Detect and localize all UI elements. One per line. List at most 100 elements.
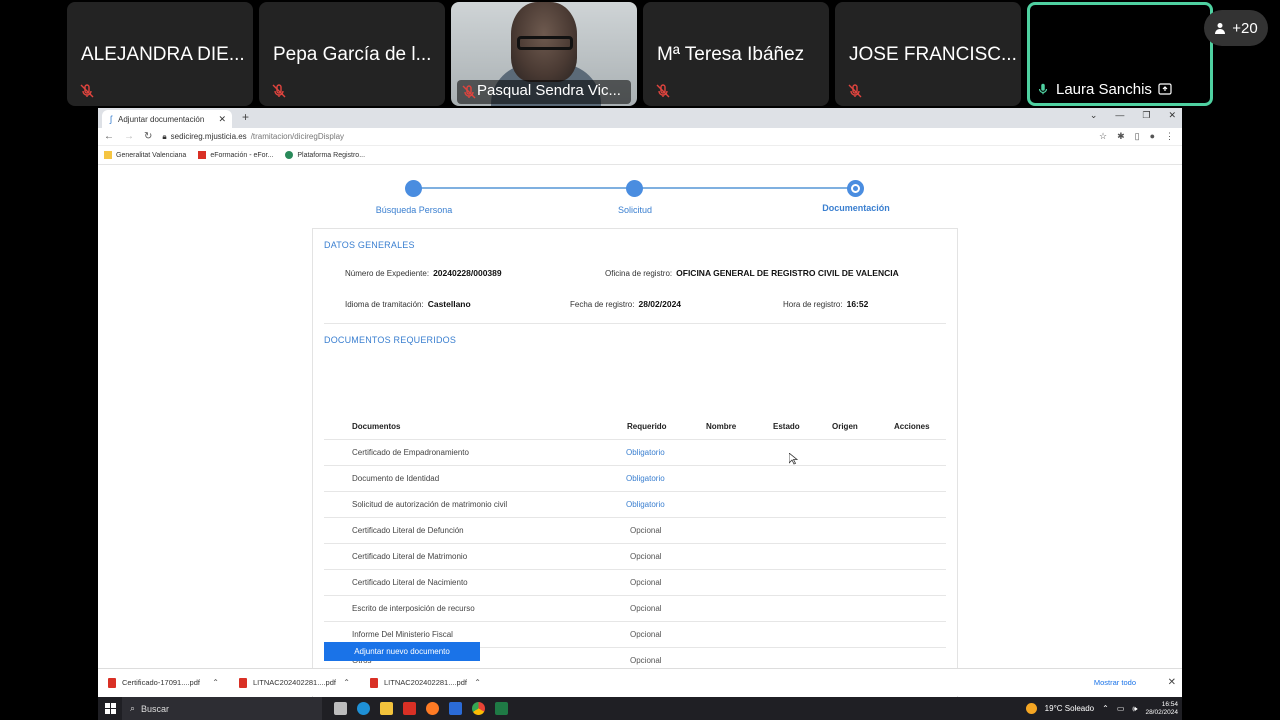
edge-icon[interactable] [357, 702, 370, 715]
minimize-icon[interactable]: — [1115, 110, 1124, 121]
tab-close-icon[interactable]: ✕ [218, 114, 226, 125]
participant-tile[interactable]: JOSE FRANCISC... [835, 2, 1021, 106]
url-host: sedicireg.mjusticia.es [170, 132, 247, 141]
screen-share-icon [1158, 83, 1172, 95]
oficina-field: Oficina de registro: OFICINA GENERAL DE R… [605, 268, 899, 278]
taskbar-search[interactable]: ⌕ Buscar [122, 697, 322, 720]
section-title-documents: DOCUMENTOS REQUERIDOS [324, 335, 457, 345]
document-name: Certificado Literal de Matrimonio [352, 552, 468, 561]
reload-icon[interactable]: ↻ [144, 131, 152, 142]
screen: ALEJANDRA DIE... Pepa García de l... Pas… [0, 0, 1280, 720]
field-label: Idioma de tramitación: [345, 300, 424, 309]
mic-muted-icon [848, 84, 862, 98]
participant-tile[interactable]: ALEJANDRA DIE... [67, 2, 253, 106]
participant-tile[interactable]: Mª Teresa Ibáñez [643, 2, 829, 106]
pdf-icon [370, 677, 378, 688]
table-row: Documento de Identidad Obligatorio [324, 465, 946, 491]
new-tab-button[interactable]: + [242, 110, 249, 124]
hora-field: Hora de registro: 16:52 [783, 299, 868, 309]
tab-title: Adjuntar documentación [118, 114, 205, 124]
network-icon[interactable]: ▭ [1117, 704, 1125, 713]
table-row: Certificado Literal de Nacimiento Opciona… [324, 569, 946, 595]
restore-icon[interactable]: ❐ [1142, 110, 1150, 121]
task-view-icon[interactable] [334, 702, 347, 715]
chevron-up-icon[interactable]: ⌃ [212, 678, 219, 687]
download-item[interactable]: Certificado-17091....pdf ⌃ [98, 669, 229, 696]
address-bar[interactable]: 🔒︎ sedicireg.mjusticia.es/tramitacion/di… [162, 132, 1089, 142]
pdf-icon [239, 677, 247, 688]
weather-text[interactable]: 19°C Soleado [1045, 704, 1094, 713]
folder-icon [104, 151, 112, 159]
chevron-up-icon[interactable]: ⌃ [474, 678, 481, 687]
bookmark-item[interactable]: Plataforma Registro... [285, 151, 365, 159]
participant-name: Laura Sanchis [1056, 80, 1152, 98]
requirement-status: Opcional [630, 526, 662, 535]
section-title-general: DATOS GENERALES [324, 240, 415, 250]
step-dot [626, 180, 643, 197]
participant-name: ALEJANDRA DIE... [81, 44, 245, 65]
tab-search-icon[interactable]: ⌄ [1090, 110, 1098, 121]
attach-document-button[interactable]: Adjuntar nuevo documento [324, 642, 480, 661]
bookmark-label: eFormación - eFor... [210, 151, 274, 159]
url-path: /tramitacion/diciregDisplay [250, 132, 345, 141]
browser-titlebar: ʃ Adjuntar documentación ✕ + ⌄ — ❐ ✕ [98, 108, 1182, 128]
bookmark-label: Plataforma Registro... [297, 151, 366, 159]
table-row: Solicitud de autorización de matrimonio … [324, 491, 946, 517]
side-panel-icon[interactable]: ▯ [1135, 131, 1140, 142]
browser-tab[interactable]: ʃ Adjuntar documentación ✕ [102, 110, 232, 128]
download-filename: LITNAC202402281....pdf [253, 678, 336, 687]
bookmark-star-icon[interactable]: ☆ [1099, 131, 1107, 142]
menu-icon[interactable]: ⋮ [1165, 131, 1174, 142]
extensions-icon[interactable]: ✱ [1117, 131, 1125, 142]
participant-name: Mª Teresa Ibáñez [657, 44, 805, 65]
tray-chevron-icon[interactable]: ⌃ [1102, 704, 1109, 713]
file-explorer-icon[interactable] [380, 702, 393, 715]
document-name: Solicitud de autorización de matrimonio … [352, 500, 508, 509]
windows-logo-icon [104, 703, 116, 714]
more-participants-button[interactable]: +20 [1204, 10, 1268, 46]
participant-tile[interactable]: Pepa García de l... [259, 2, 445, 106]
idioma-field: Idioma de tramitación: Castellano [345, 299, 471, 309]
download-item[interactable]: LITNAC202402281....pdf ⌃ [229, 669, 360, 696]
mic-on-icon [1038, 83, 1048, 95]
site-icon [285, 151, 294, 159]
browser-window: ʃ Adjuntar documentación ✕ + ⌄ — ❐ ✕ ← →… [98, 108, 1182, 698]
requirement-status: Opcional [630, 552, 662, 561]
download-item[interactable]: LITNAC202402281....pdf ⌃ [360, 669, 491, 696]
bookmark-item[interactable]: Generalitat Valenciana [104, 151, 186, 159]
fecha-field: Fecha de registro: 28/02/2024 [570, 299, 681, 309]
excel-icon[interactable] [495, 702, 508, 715]
download-filename: Certificado-17091....pdf [122, 678, 200, 687]
close-downloads-icon[interactable]: ✕ [1168, 677, 1176, 688]
requirement-status: Opcional [630, 604, 662, 613]
forward-icon[interactable]: → [124, 131, 134, 142]
participant-name: Pasqual Sendra Vic... [477, 82, 621, 99]
bookmark-item[interactable]: eFormación - eFor... [198, 151, 273, 159]
system-tray: 19°C Soleado ⌃ ▭ 🕪︎ 16:54 28/02/2024 [1025, 701, 1182, 717]
close-window-icon[interactable]: ✕ [1168, 110, 1176, 121]
step-label[interactable]: Búsqueda Persona [376, 205, 453, 215]
volume-icon[interactable]: 🕪︎ [1132, 704, 1137, 714]
show-all-downloads-link[interactable]: Mostrar todo [1094, 678, 1136, 687]
search-placeholder: Buscar [141, 703, 170, 714]
clock[interactable]: 16:54 28/02/2024 [1145, 701, 1178, 717]
document-name: Certificado Literal de Defunción [352, 526, 464, 535]
field-label: Hora de registro: [783, 300, 843, 309]
acrobat-icon[interactable] [403, 702, 416, 715]
chrome-icon[interactable] [472, 702, 485, 715]
documentation-card: DATOS GENERALES Número de Expediente: 202… [312, 228, 958, 698]
back-icon[interactable]: ← [104, 131, 114, 142]
column-header-nombre: Nombre [706, 422, 737, 431]
firefox-icon[interactable] [426, 702, 439, 715]
step-label[interactable]: Solicitud [618, 205, 652, 215]
profile-icon[interactable]: ● [1150, 131, 1155, 142]
word-icon[interactable] [449, 702, 462, 715]
chevron-up-icon[interactable]: ⌃ [343, 678, 350, 687]
bookmarks-bar: Generalitat Valenciana eFormación - eFor… [98, 146, 1182, 165]
field-value: 16:52 [846, 299, 869, 309]
participant-video-tile[interactable]: Pasqual Sendra Vic... [451, 2, 637, 106]
start-button[interactable] [98, 703, 122, 714]
browser-toolbar: ← → ↻ 🔒︎ sedicireg.mjusticia.es/tramitac… [98, 128, 1182, 146]
participant-tile-active-speaker[interactable]: Laura Sanchis [1027, 2, 1213, 106]
step-dot-current [847, 180, 864, 197]
